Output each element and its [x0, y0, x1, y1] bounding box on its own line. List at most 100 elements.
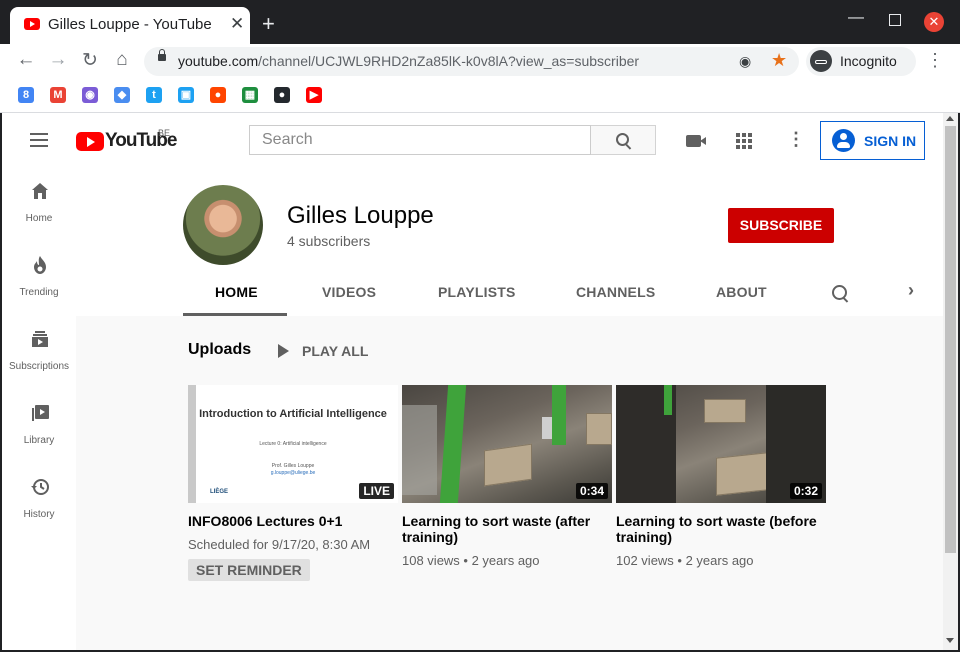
incognito-icon — [810, 50, 832, 72]
twitter-icon[interactable]: t — [146, 87, 162, 103]
history-icon — [31, 479, 49, 495]
channel-search-icon[interactable] — [832, 285, 847, 300]
slide-title: Introduction to Artificial Intelligence — [199, 408, 387, 420]
url-text[interactable]: youtube.com/channel/UCJWL9RHD2nZa85lK-k0… — [178, 53, 639, 69]
browser-tab[interactable]: Gilles Louppe - YouTube ✕ — [10, 7, 250, 44]
browser-toolbar: ← → ↻ ⌂ youtube.com/channel/UCJWL9RHD2nZ… — [0, 44, 960, 78]
settings-more-icon[interactable]: ⋮ — [787, 129, 805, 150]
thumbnail-scenery — [402, 405, 437, 495]
youtube-icon[interactable]: ▶ — [306, 87, 322, 103]
window-close-button[interactable]: ✕ — [924, 12, 944, 32]
duration-badge: 0:34 — [575, 483, 608, 499]
thumbnail-scenery — [542, 417, 552, 439]
play-all-button[interactable]: PLAY ALL — [302, 343, 368, 359]
apps-grid-icon[interactable] — [736, 133, 752, 149]
home-icon — [32, 183, 48, 199]
tab-home[interactable]: HOME — [215, 284, 258, 300]
guide-sidebar: Home Trending Subscriptions Library Hist… — [2, 169, 76, 650]
active-tab-indicator — [183, 313, 287, 316]
window-minimize-button[interactable]: — — [848, 9, 864, 27]
library-icon — [32, 405, 49, 421]
slide-logo: LIÈGE — [210, 489, 229, 495]
live-badge: LIVE — [359, 483, 394, 499]
bookmark-blue-icon[interactable]: ◆ — [114, 87, 130, 103]
slide-subtitle: Lecture 0: Artificial intelligence — [259, 441, 327, 447]
chevron-right-icon[interactable]: › — [908, 280, 914, 301]
eye-off-icon[interactable]: ◉ — [739, 53, 751, 70]
tab-channels[interactable]: CHANNELS — [576, 284, 655, 300]
tab-playlists[interactable]: PLAYLISTS — [438, 284, 516, 300]
video-thumbnail[interactable]: 0:34 — [402, 385, 612, 503]
page-viewport: YouTube BE ⋮ SIGN IN Home Trending — [2, 113, 958, 650]
tab-about[interactable]: ABOUT — [716, 284, 767, 300]
sidebar-item-home[interactable]: Home — [2, 169, 76, 243]
google-calendar-icon[interactable]: 8 — [18, 87, 34, 103]
scroll-down-arrow-icon[interactable] — [946, 638, 954, 643]
search-icon — [616, 133, 629, 146]
slide-author: Prof. Gilles Louppe g.louppe@uliege.be — [270, 463, 316, 476]
github-icon[interactable]: ● — [274, 87, 290, 103]
video-title[interactable]: Learning to sort waste (before training) — [616, 513, 826, 545]
fire-icon — [34, 256, 46, 274]
menu-icon[interactable] — [30, 133, 48, 147]
video-title[interactable]: INFO8006 Lectures 0+1 — [188, 513, 398, 529]
channel-avatar[interactable] — [183, 185, 263, 265]
video-meta: 102 views • 2 years ago — [616, 553, 754, 568]
window-maximize-button[interactable] — [889, 14, 901, 26]
page-scrollbar[interactable] — [943, 113, 958, 650]
video-thumbnail[interactable]: 0:32 — [616, 385, 826, 503]
sidebar-item-subscriptions[interactable]: Subscriptions — [2, 317, 76, 391]
sidebar-item-trending[interactable]: Trending — [2, 243, 76, 317]
tab-title: Gilles Louppe - YouTube — [48, 16, 212, 33]
incognito-label: Incognito — [840, 53, 897, 69]
bookmark-green-icon[interactable]: ▦ — [242, 87, 258, 103]
youtube-favicon-icon — [24, 18, 40, 30]
search-input[interactable] — [260, 126, 584, 154]
back-icon[interactable]: ← — [14, 49, 38, 71]
create-video-icon[interactable] — [686, 135, 706, 147]
subscribe-button[interactable]: SUBSCRIBE — [728, 208, 834, 243]
tweetdeck-icon[interactable]: ▣ — [178, 87, 194, 103]
bookmark-star-icon[interactable]: ★ — [771, 50, 787, 71]
new-tab-button[interactable]: + — [262, 11, 275, 37]
video-card: Introduction to Artificial Intelligence … — [188, 385, 398, 581]
home-icon[interactable]: ⌂ — [110, 49, 134, 71]
video-card: 0:32 Learning to sort waste (before trai… — [616, 385, 826, 568]
thumbnail-scenery — [484, 443, 532, 487]
forward-icon[interactable]: → — [46, 49, 70, 71]
duration-badge: 0:32 — [789, 483, 822, 499]
play-icon[interactable] — [278, 344, 289, 358]
channel-name: Gilles Louppe — [287, 202, 434, 229]
account-icon — [832, 129, 855, 152]
lock-icon[interactable] — [158, 49, 166, 61]
address-bar[interactable]: youtube.com/channel/UCJWL9RHD2nZa85lK-k0… — [144, 47, 799, 76]
thumbnail-scenery — [439, 385, 467, 503]
gmail-icon[interactable]: M — [50, 87, 66, 103]
subscriptions-icon — [32, 331, 48, 347]
uploads-heading[interactable]: Uploads — [188, 341, 251, 359]
sidebar-item-history[interactable]: History — [2, 465, 76, 539]
search-box — [249, 125, 591, 155]
scrollbar-thumb[interactable] — [945, 126, 956, 553]
thumbnail-scenery — [552, 385, 566, 445]
scroll-up-arrow-icon[interactable] — [946, 116, 954, 121]
bookmark-purple-icon[interactable]: ◉ — [82, 87, 98, 103]
reload-icon[interactable]: ↻ — [78, 49, 102, 72]
video-card: 0:34 Learning to sort waste (after train… — [402, 385, 612, 568]
subscriber-count: 4 subscribers — [287, 233, 371, 249]
search-button[interactable] — [591, 125, 656, 155]
browser-menu-icon[interactable]: ⋮ — [926, 50, 944, 71]
youtube-header: YouTube BE ⋮ SIGN IN — [2, 113, 943, 169]
thumbnail-scenery — [704, 399, 746, 423]
video-thumbnail[interactable]: Introduction to Artificial Intelligence … — [188, 385, 398, 503]
tab-videos[interactable]: VIDEOS — [322, 284, 376, 300]
region-code: BE — [158, 128, 171, 138]
youtube-logo-icon[interactable] — [76, 132, 104, 151]
sign-in-button[interactable]: SIGN IN — [820, 121, 925, 160]
video-title[interactable]: Learning to sort waste (after training) — [402, 513, 612, 545]
reddit-icon[interactable]: ● — [210, 87, 226, 103]
incognito-indicator[interactable]: Incognito — [806, 47, 916, 76]
set-reminder-button[interactable]: SET REMINDER — [188, 559, 310, 581]
sidebar-item-library[interactable]: Library — [2, 391, 76, 465]
tab-close-icon[interactable]: ✕ — [230, 14, 244, 34]
